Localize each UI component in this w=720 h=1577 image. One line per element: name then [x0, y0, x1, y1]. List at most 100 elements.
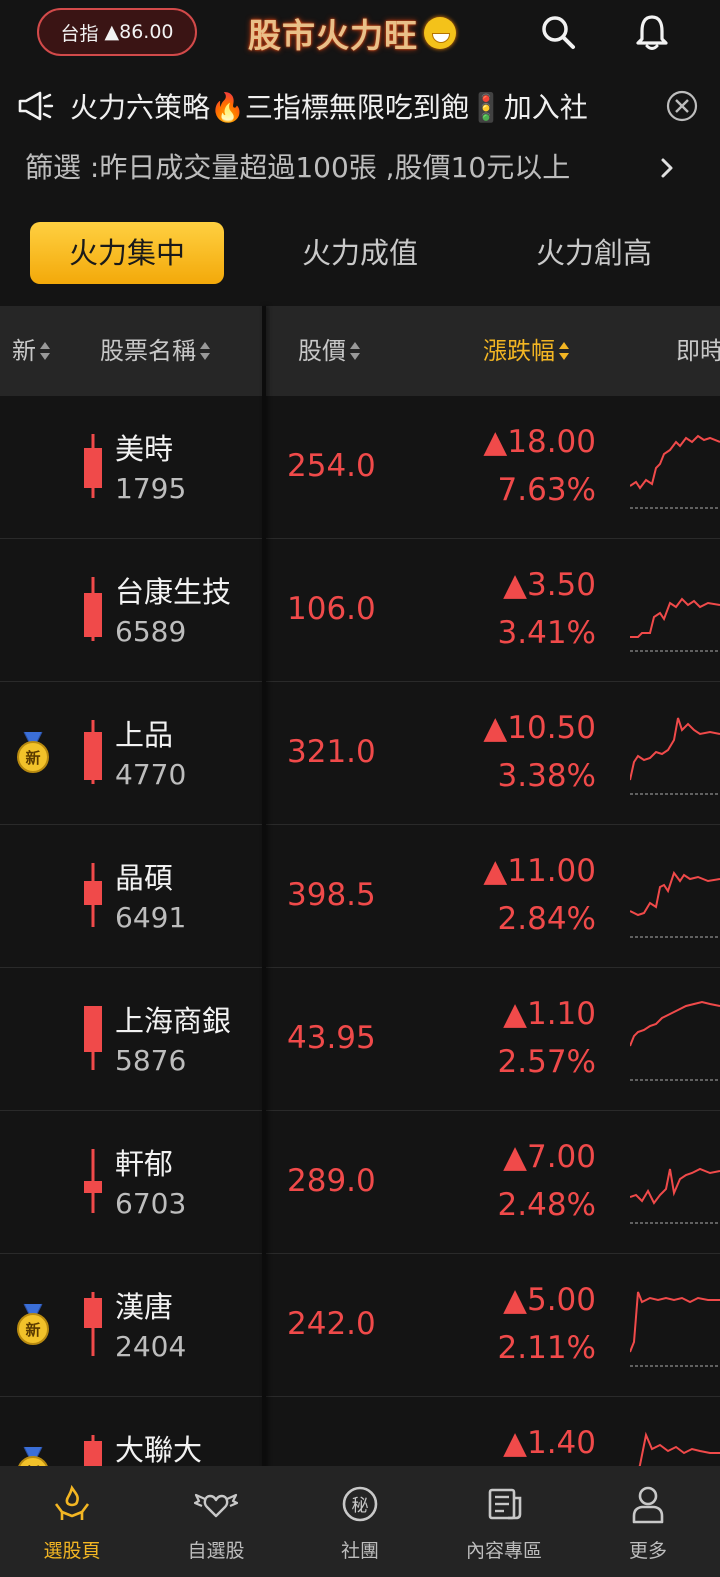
- index-value: ▲86.00: [104, 21, 174, 43]
- nav-label: 內容專區: [465, 1540, 542, 1562]
- price-change: ▲3.50: [503, 567, 596, 603]
- tab-fire-turnover[interactable]: 火力成值: [268, 222, 452, 284]
- announcement-bar[interactable]: 火力六策略🔥三指標無限吃到飽🚦加入社: [0, 78, 720, 138]
- new-medal-icon: 新: [18, 1446, 48, 1466]
- stock-price: 254.0: [287, 448, 376, 484]
- change-percent: 7.63%: [497, 472, 596, 508]
- strategy-tabs: 火力集中 火力成值 火力創高: [0, 218, 720, 290]
- nav-label: 更多: [628, 1540, 667, 1562]
- column-realtime[interactable]: 即時: [676, 306, 720, 396]
- change-percent: 2.84%: [497, 901, 596, 937]
- stock-name: 台康生技: [115, 575, 232, 609]
- chevron-right-icon[interactable]: [655, 156, 679, 180]
- intraday-sparkline: [630, 1291, 720, 1367]
- app-title-text: 股市火力旺: [248, 16, 418, 55]
- sort-icon: [199, 341, 211, 363]
- stock-code: 6703: [115, 1187, 187, 1220]
- stock-price: 398.5: [287, 877, 376, 913]
- winged-heart-icon: [194, 1493, 238, 1518]
- person-icon: [632, 1486, 664, 1524]
- nav-more[interactable]: 更多: [576, 1466, 720, 1577]
- search-icon[interactable]: [538, 12, 578, 52]
- stock-code: 6491: [115, 901, 187, 934]
- price-change: ▲1.40: [503, 1425, 596, 1461]
- stock-price: 321.0: [287, 734, 376, 770]
- stock-name: 晶碩: [115, 861, 174, 895]
- filter-text: 篩選 :昨日成交量超過100張 ,股價10元以上: [25, 151, 571, 184]
- change-percent: 2.57%: [497, 1044, 596, 1080]
- change-percent: 2.11%: [497, 1330, 596, 1366]
- table-row[interactable]: 台康生技 6589 106.0 ▲3.50 3.41%: [0, 539, 720, 682]
- index-ticker-pill[interactable]: 台指 ▲86.00: [37, 8, 197, 56]
- table-row[interactable]: 新 漢唐 2404 242.0 ▲5.00 2.11%: [0, 1254, 720, 1397]
- price-change: ▲5.00: [503, 1282, 596, 1318]
- change-percent: 2.48%: [497, 1187, 596, 1223]
- top-bar: 台指 ▲86.00 股市火力旺: [0, 0, 720, 70]
- stock-list: 美時 1795 254.0 ▲18.00 7.63% 台康生技 6589 106.0 ▲3.50…: [0, 396, 720, 1466]
- table-row[interactable]: 上海商銀 5876 43.95 ▲1.10 2.57%: [0, 968, 720, 1111]
- intraday-sparkline: [630, 434, 720, 509]
- column-stock-name[interactable]: 股票名稱: [100, 306, 211, 396]
- price-change: ▲10.50: [483, 710, 596, 746]
- candlestick-icon: [84, 863, 102, 927]
- secret-badge-icon: 秘: [342, 1486, 378, 1522]
- tab-fire-concentration[interactable]: 火力集中: [30, 222, 224, 284]
- nav-community[interactable]: 秘 社團: [288, 1466, 432, 1577]
- stock-code: 4770: [115, 758, 187, 791]
- column-price[interactable]: 股價: [298, 306, 361, 396]
- filter-bar[interactable]: 篩選 :昨日成交量超過100張 ,股價10元以上: [0, 138, 720, 198]
- nav-content[interactable]: 內容專區: [432, 1466, 576, 1577]
- candlestick-icon: [84, 1149, 102, 1213]
- stock-price: 242.0: [287, 1306, 376, 1342]
- close-icon[interactable]: [666, 90, 698, 122]
- candlestick-icon: [84, 1435, 102, 1466]
- bottom-navigation: 選股頁 自選股 秘 社團 內容專區 更多: [0, 1466, 720, 1577]
- app-title: 股市火力旺: [248, 10, 456, 56]
- table-row[interactable]: 新 大聯大 ▲1.40: [0, 1397, 720, 1466]
- change-percent: 3.41%: [497, 615, 596, 651]
- stock-code: 5876: [115, 1044, 187, 1077]
- frozen-column-divider: [262, 306, 266, 1477]
- stock-price: 289.0: [287, 1163, 376, 1199]
- candlestick-icon: [84, 720, 102, 784]
- index-label: 台指: [60, 22, 99, 45]
- price-change: ▲1.10: [503, 996, 596, 1032]
- stock-price: 106.0: [287, 591, 376, 627]
- new-medal-icon: 新: [17, 1303, 49, 1345]
- nav-label: 選股頁: [43, 1540, 101, 1562]
- svg-text:新: 新: [25, 749, 40, 767]
- table-row[interactable]: 軒郁 6703 289.0 ▲7.00 2.48%: [0, 1111, 720, 1254]
- svg-text:新: 新: [25, 1321, 40, 1339]
- stock-name: 上海商銀: [115, 1004, 232, 1038]
- price-change: ▲18.00: [483, 424, 596, 460]
- table-row[interactable]: 晶碩 6491 398.5 ▲11.00 2.84%: [0, 825, 720, 968]
- stock-name: 漢唐: [115, 1290, 174, 1324]
- stock-code: 1795: [115, 472, 187, 505]
- sort-icon: [39, 341, 51, 363]
- intraday-sparkline: [638, 1431, 720, 1466]
- price-change: ▲11.00: [483, 853, 596, 889]
- tab-fire-new-high[interactable]: 火力創高: [502, 222, 686, 284]
- hand-flame-icon: [54, 1484, 90, 1520]
- column-new[interactable]: 新: [12, 306, 51, 396]
- smile-emoji-icon: [424, 17, 456, 49]
- nav-label: 社團: [340, 1540, 379, 1562]
- nav-watchlist[interactable]: 自選股: [144, 1466, 288, 1577]
- stock-code: 6589: [115, 615, 187, 648]
- candlestick-icon: [84, 1292, 102, 1356]
- table-header: 新 股票名稱 股價 漲跌幅 即時: [0, 306, 720, 396]
- nav-label: 自選股: [187, 1540, 245, 1562]
- new-medal-icon: 新: [17, 731, 49, 773]
- table-row[interactable]: 新 上品 4770 321.0 ▲10.50 3.38%: [0, 682, 720, 825]
- bell-icon[interactable]: [632, 12, 672, 52]
- nav-stock-picker[interactable]: 選股頁: [0, 1466, 144, 1577]
- stock-name: 大聯大: [115, 1433, 203, 1466]
- candlestick-icon: [84, 577, 102, 641]
- column-change[interactable]: 漲跌幅: [483, 306, 570, 396]
- stock-code: 2404: [115, 1330, 187, 1363]
- svg-text:秘: 秘: [352, 1496, 369, 1516]
- table-row[interactable]: 美時 1795 254.0 ▲18.00 7.63%: [0, 396, 720, 539]
- candlestick-icon: [84, 434, 102, 498]
- megaphone-icon: [18, 91, 54, 121]
- announcement-text[interactable]: 火力六策略🔥三指標無限吃到飽🚦加入社: [70, 86, 650, 130]
